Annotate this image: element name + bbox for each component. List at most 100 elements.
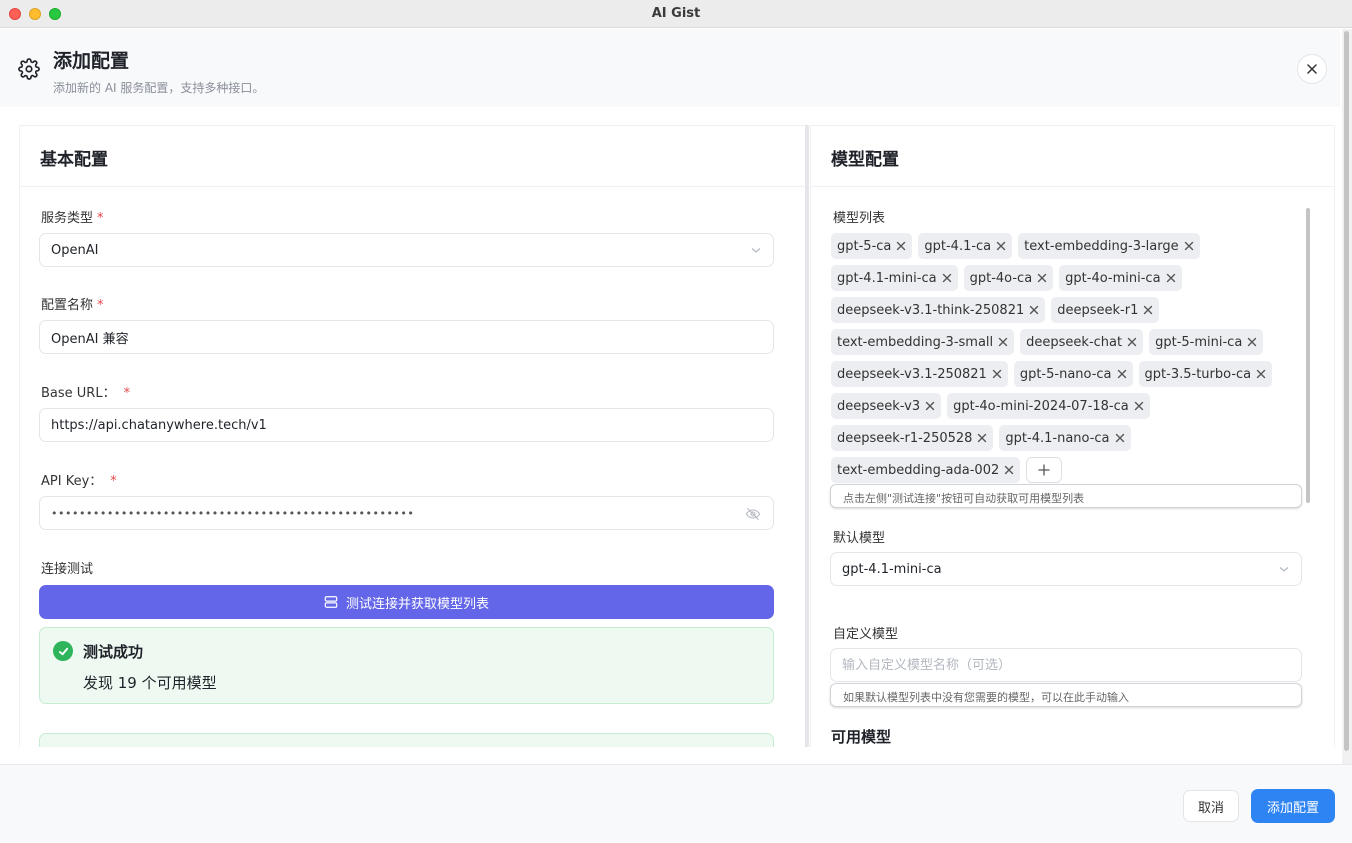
remove-tag-icon[interactable] [977,433,987,443]
remove-tag-icon[interactable] [925,401,935,411]
model-tag: gpt-4o-ca [963,265,1054,291]
remove-tag-icon[interactable] [992,369,1002,379]
add-model-button[interactable] [1026,457,1063,483]
remove-tag-icon[interactable] [1184,241,1194,251]
chevron-down-icon [751,248,761,253]
model-list-hint: 点击左侧"测试连接"按钮可自动获取可用模型列表 [830,484,1302,508]
page-subtitle: 添加新的 AI 服务配置，支持多种接口。 [53,81,265,95]
secondary-success-alert [39,733,774,747]
base-url-field[interactable]: https://api.chatanywhere.tech/v1 [39,408,774,442]
service-type-value: OpenAI [51,242,99,258]
remove-tag-icon[interactable] [998,337,1008,347]
remove-tag-icon[interactable] [896,241,906,251]
required-mark: * [110,474,117,489]
check-circle-icon [53,641,73,661]
remove-tag-icon[interactable] [1134,401,1144,411]
api-key-label-text: API Key： [41,474,103,489]
config-name-field[interactable]: OpenAI 兼容 [39,320,774,354]
dialog-header: 添加配置 添加新的 AI 服务配置，支持多种接口。 [0,29,1340,107]
config-name-label-text: 配置名称 [41,298,94,313]
panel-resize-divider[interactable] [805,125,809,747]
window-titlebar: AI Gist [0,0,1352,28]
remove-tag-icon[interactable] [996,241,1006,251]
model-tag-label: gpt-3.5-turbo-ca [1144,366,1252,382]
remove-tag-icon[interactable] [1256,369,1266,379]
remove-tag-icon[interactable] [1166,273,1176,283]
test-connection-button[interactable]: 测试连接并获取模型列表 [39,585,774,619]
available-models-title: 可用模型 [831,728,892,746]
basic-config-heading: 基本配置 [20,126,805,187]
remove-tag-icon[interactable] [1115,433,1125,443]
model-tag-label: deepseek-chat [1026,334,1123,350]
model-tag-label: gpt-4.1-mini-ca [837,270,937,286]
model-tag: gpt-4.1-ca [918,233,1013,259]
test-success-alert: 测试成功 发现 19 个可用模型 [39,627,774,704]
custom-model-input[interactable] [842,657,1290,673]
model-tag-label: deepseek-v3.1-250821 [837,366,987,382]
model-tag: deepseek-v3.1-250821 [831,361,1008,387]
remove-tag-icon[interactable] [1029,305,1039,315]
add-config-button[interactable]: 添加配置 [1251,789,1335,823]
model-tag-label: gpt-5-ca [837,238,892,254]
remove-tag-icon[interactable] [1004,465,1014,475]
remove-tag-icon[interactable] [1127,337,1137,347]
model-tag-list: gpt-5-ca gpt-4.1-ca text-embedding-3-large… [831,233,1301,483]
dialog-scrollbar[interactable] [1342,29,1352,764]
model-tag: deepseek-v3.1-think-250821 [831,297,1046,323]
custom-model-field[interactable] [830,648,1302,682]
model-tag: gpt-3.5-turbo-ca [1138,361,1273,387]
model-tag: gpt-5-nano-ca [1013,361,1133,387]
required-mark: * [123,386,131,401]
remove-tag-icon[interactable] [1143,305,1153,315]
custom-model-hint: 如果默认模型列表中没有您需要的模型，可以在此手动输入 [830,683,1302,707]
model-tag: deepseek-r1 [1051,297,1160,323]
model-tag: gpt-5-mini-ca [1149,329,1264,355]
cancel-button[interactable]: 取消 [1183,790,1239,822]
remove-tag-icon[interactable] [942,273,952,283]
model-tag-label: text-embedding-3-small [837,334,994,350]
gear-icon [18,58,40,80]
model-tag-label: deepseek-r1 [1057,302,1139,318]
model-tag-label: deepseek-r1-250528 [837,430,973,446]
service-type-select[interactable]: OpenAI [39,233,774,267]
default-model-label: 默认模型 [833,531,886,546]
close-dialog-button[interactable] [1297,54,1327,84]
model-tag-label: text-embedding-3-large [1024,238,1179,254]
base-url-label: Base URL： * [41,382,130,401]
base-url-value: https://api.chatanywhere.tech/v1 [51,417,267,433]
eye-off-icon[interactable] [745,506,761,522]
model-tag-label: gpt-4o-ca [969,270,1033,286]
test-connection-label: 测试连接并获取模型列表 [345,596,489,612]
config-name-label: 配置名称 * [41,294,104,313]
remove-tag-icon[interactable] [1117,369,1127,379]
model-tag: text-embedding-3-small [831,329,1015,355]
dialog-scrollbar-thumb[interactable] [1344,31,1349,751]
model-tag-label: gpt-4o-mini-ca [1065,270,1161,286]
config-name-value: OpenAI 兼容 [51,331,129,347]
connection-test-label: 连接测试 [41,562,94,577]
remove-tag-icon[interactable] [1037,273,1047,283]
model-tag: gpt-4o-mini-2024-07-18-ca [947,393,1150,419]
model-tag-label: gpt-5-mini-ca [1155,334,1243,350]
dialog-footer: 取消 添加配置 [0,764,1352,843]
model-list-scrollbar[interactable] [1306,208,1310,503]
model-tag-label: gpt-4o-mini-2024-07-18-ca [953,398,1129,414]
model-tag: gpt-4.1-nano-ca [999,425,1131,451]
base-url-label-text: Base URL： [41,386,116,401]
model-tag: gpt-5-ca [831,233,913,259]
model-tag: deepseek-v3 [831,393,942,419]
api-key-field[interactable]: ••••••••••••••••••••••••••••••••••••••••… [39,496,774,530]
model-tag: gpt-4.1-mini-ca [831,265,958,291]
server-icon [324,596,338,608]
model-tag-label: gpt-4.1-nano-ca [1005,430,1110,446]
model-tag-label: gpt-5-nano-ca [1019,366,1112,382]
model-tag: deepseek-r1-250528 [831,425,994,451]
close-icon [1307,64,1317,74]
api-key-label: API Key： * [41,470,117,489]
success-description: 发现 19 个可用模型 [83,674,217,692]
window-title: AI Gist [651,6,701,21]
remove-tag-icon[interactable] [1247,337,1257,347]
plus-icon [1038,464,1050,476]
model-tag-label: gpt-4.1-ca [924,238,992,254]
default-model-select[interactable]: gpt-4.1-mini-ca [830,552,1302,586]
